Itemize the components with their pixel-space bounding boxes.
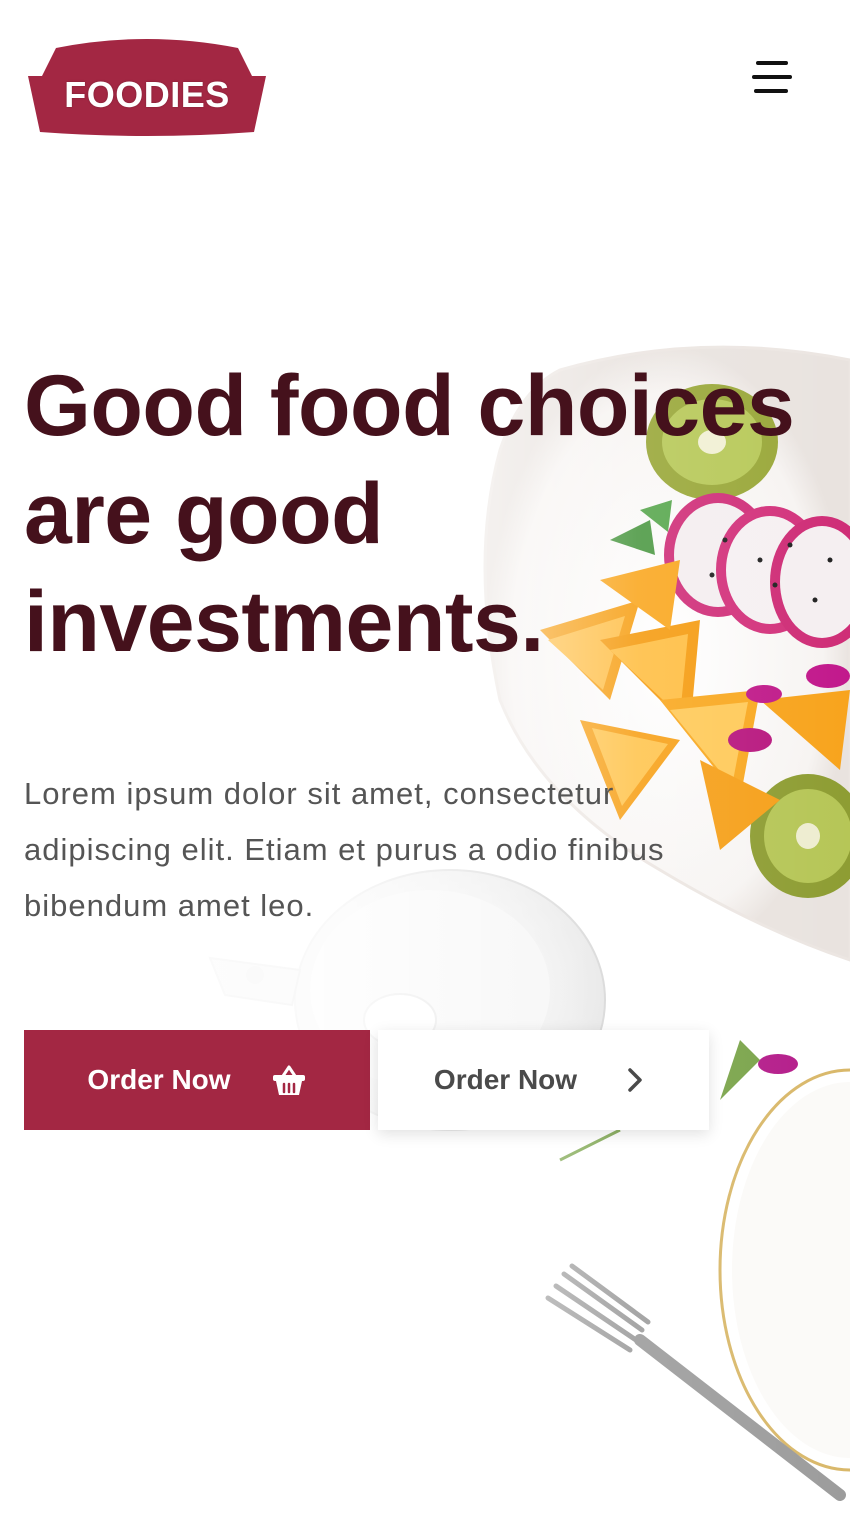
hero-title-line: investments. — [24, 574, 544, 670]
landing-page: FOODIES Good food choices are good inves… — [0, 0, 850, 1536]
hero-title: Good food choices are good investments. — [24, 352, 824, 676]
shopping-basket-icon — [272, 1065, 305, 1095]
hero-title-line: are good — [24, 466, 384, 562]
site-header: FOODIES — [0, 0, 850, 160]
hero-description: Lorem ipsum dolor sit amet, consectetur … — [24, 776, 665, 923]
order-now-secondary-button[interactable]: Order Now — [378, 1030, 709, 1130]
order-now-primary-label: Order Now — [87, 1064, 231, 1095]
order-now-secondary-label: Order Now — [433, 1064, 578, 1095]
hero-title-line: Good food choices — [24, 358, 795, 454]
order-now-primary-button[interactable]: Order Now — [24, 1030, 370, 1130]
chevron-right-icon — [628, 1068, 642, 1092]
hamburger-menu-icon-line — [752, 75, 792, 79]
hamburger-menu-icon-line — [754, 89, 788, 93]
hamburger-menu-button[interactable] — [748, 58, 794, 98]
brand-logo[interactable]: FOODIES — [26, 36, 268, 138]
brand-name: FOODIES — [64, 74, 230, 115]
hamburger-menu-icon — [756, 61, 788, 65]
